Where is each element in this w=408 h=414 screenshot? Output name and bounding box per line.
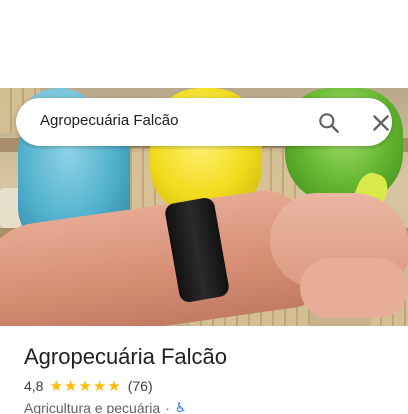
category-row: Agricultura e pecuária · ♿ bbox=[24, 400, 187, 414]
star-icon: ★ bbox=[63, 377, 78, 395]
search-icon[interactable] bbox=[316, 110, 342, 136]
star-icon: ★ bbox=[92, 377, 107, 395]
place-title: Agropecuária Falcão bbox=[24, 344, 228, 369]
rating-value: 4,8 bbox=[24, 378, 44, 394]
separator-dot: · bbox=[165, 400, 170, 414]
close-icon[interactable] bbox=[368, 110, 394, 136]
search-bar[interactable]: Agropecuária Falcão bbox=[16, 98, 392, 146]
search-input[interactable]: Agropecuária Falcão bbox=[40, 112, 178, 129]
star-icon: ★ bbox=[78, 377, 92, 395]
fingers bbox=[300, 258, 408, 318]
review-count[interactable]: (76) bbox=[128, 378, 153, 394]
rating-row[interactable]: 4,8 ★ ★ ★ ★ ★ (76) bbox=[24, 378, 153, 394]
map-top-area bbox=[0, 0, 408, 88]
star-icon: ★ bbox=[107, 377, 121, 395]
star-icon: ★ bbox=[49, 377, 63, 395]
category-label: Agricultura e pecuária bbox=[24, 400, 161, 414]
rating-stars: ★ ★ ★ ★ ★ bbox=[49, 379, 121, 394]
wheelchair-accessible-icon: ♿ bbox=[174, 400, 187, 414]
